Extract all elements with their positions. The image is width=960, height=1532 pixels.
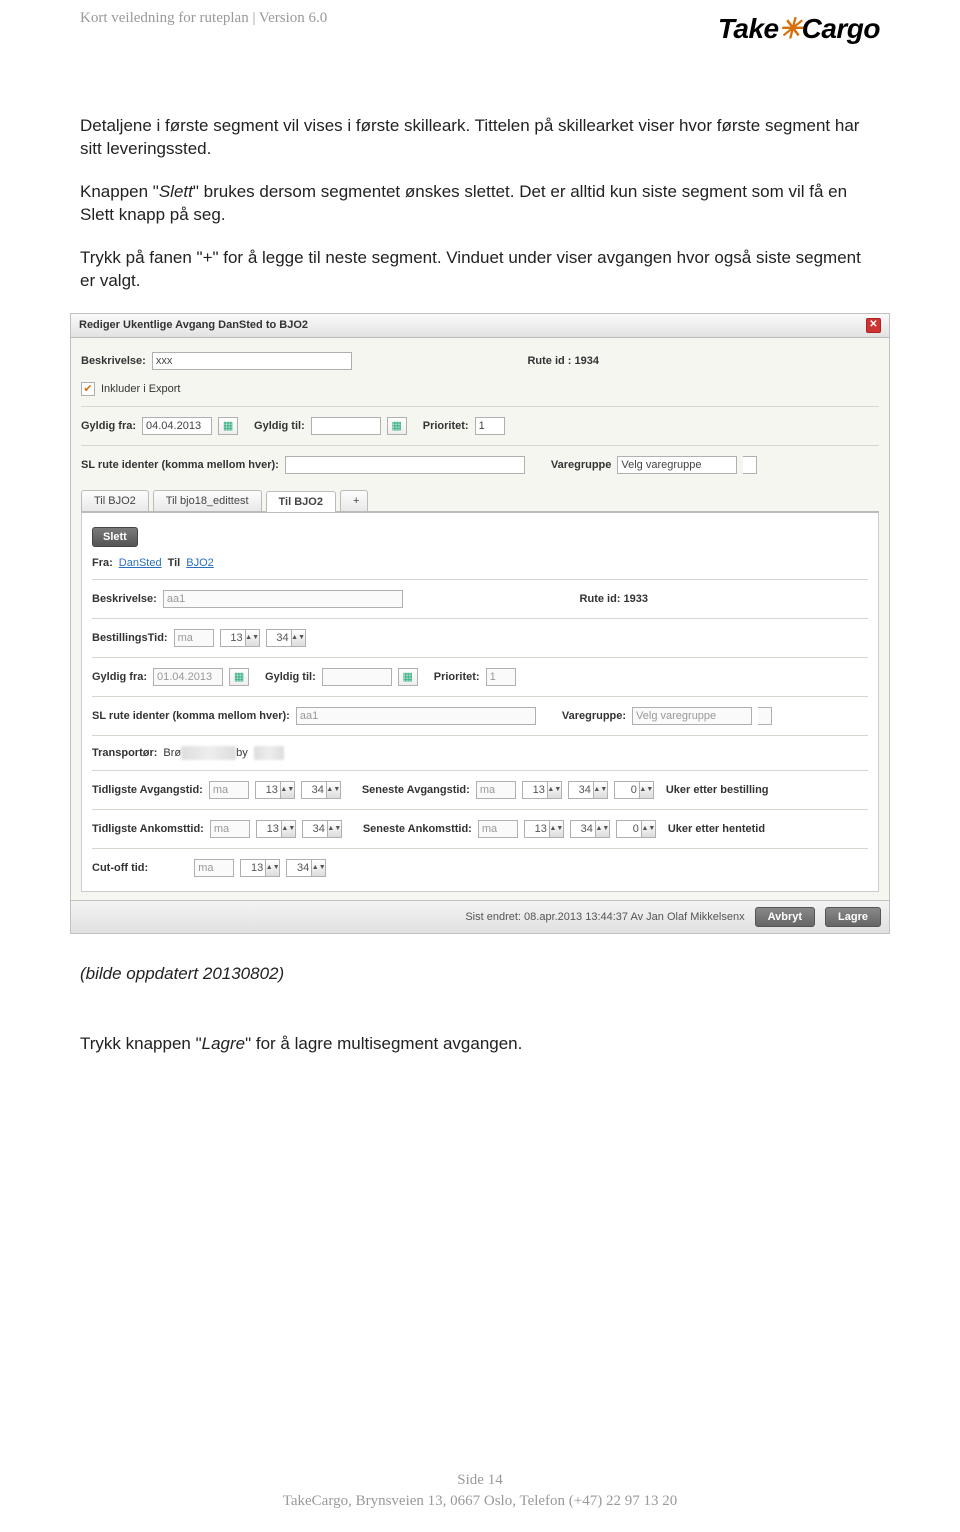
cutoff-m-spin[interactable]: ▲▼ <box>286 859 326 877</box>
savg-day[interactable] <box>476 781 516 799</box>
beskrivelse2-input[interactable] <box>163 590 403 608</box>
inkluder-checkbox[interactable]: ✔ <box>81 382 95 396</box>
ank-day[interactable] <box>210 820 250 838</box>
cutoff-label: Cut-off tid: <box>92 862 148 874</box>
bestilling-day[interactable] <box>174 629 214 647</box>
cutoff-day[interactable] <box>194 859 234 877</box>
varegruppe-select[interactable] <box>617 456 737 474</box>
savg-m-spin[interactable]: ▲▼ <box>568 781 608 799</box>
para-1: Detaljene i første segment vil vises i f… <box>80 115 880 161</box>
gyldig-fra-input[interactable] <box>142 417 212 435</box>
gyldig-fra2-label: Gyldig fra: <box>92 671 147 683</box>
cutoff-h-spin[interactable]: ▲▼ <box>240 859 280 877</box>
tab-1[interactable]: Til BJO2 <box>81 490 149 511</box>
beskrivelse2-label: Beskrivelse: <box>92 593 157 605</box>
page-number: Side 14 <box>0 1470 960 1491</box>
logo-take: Take <box>718 13 779 44</box>
window-title: Rediger Ukentlige Avgang DanSted to BJO2 <box>79 319 308 331</box>
til-link[interactable]: BJO2 <box>186 557 214 569</box>
seneste-avg-label: Seneste Avgangstid: <box>362 784 470 796</box>
avg-h-spin[interactable]: ▲▼ <box>255 781 295 799</box>
logo-cargo: Cargo <box>802 13 880 44</box>
prioritet2-label: Prioritet: <box>434 671 480 683</box>
prioritet2-input[interactable] <box>486 668 516 686</box>
ank-h-spin[interactable]: ▲▼ <box>256 820 296 838</box>
doc-title: Kort veiledning for ruteplan | Version 6… <box>80 10 327 27</box>
gyldig-fra-label: Gyldig fra: <box>81 420 136 432</box>
close-icon[interactable]: ✕ <box>866 318 881 333</box>
gyldig-til-label: Gyldig til: <box>254 420 305 432</box>
dropdown-icon[interactable] <box>743 456 757 474</box>
sank-day[interactable] <box>478 820 518 838</box>
uker-hentetid-label: Uker etter hentetid <box>668 823 765 835</box>
sl-rute-label: SL rute identer (komma mellom hver): <box>81 459 279 471</box>
calendar-icon[interactable]: ▦ <box>229 668 249 686</box>
inkluder-label: Inkluder i Export <box>101 383 180 395</box>
savg-weeks-spin[interactable]: ▲▼ <box>614 781 654 799</box>
calendar-icon[interactable]: ▦ <box>387 417 407 435</box>
tab-3-active[interactable]: Til BJO2 <box>266 491 336 512</box>
tab-plus[interactable]: + <box>340 490 368 511</box>
gyldig-til2-label: Gyldig til: <box>265 671 316 683</box>
dropdown-icon[interactable] <box>758 707 772 725</box>
image-caption: (bilde oppdatert 20130802) <box>80 964 880 984</box>
bestillingstid-label: BestillingsTid: <box>92 632 168 644</box>
calendar-icon[interactable]: ▦ <box>218 417 238 435</box>
avg-m-spin[interactable]: ▲▼ <box>301 781 341 799</box>
avg-day[interactable] <box>209 781 249 799</box>
app-window: Rediger Ukentlige Avgang DanSted to BJO2… <box>70 313 890 934</box>
sank-weeks-spin[interactable]: ▲▼ <box>616 820 656 838</box>
para-3: Trykk på fanen "+" for å legge til neste… <box>80 247 880 293</box>
below-app: (bilde oppdatert 20130802) Trykk knappen… <box>0 934 960 1054</box>
ruteid2: Rute id: 1933 <box>580 593 648 605</box>
uker-bestilling-label: Uker etter bestilling <box>666 784 769 796</box>
body-text: Detaljene i første segment vil vises i f… <box>0 115 960 293</box>
transporter-label: Transportør: <box>92 747 157 759</box>
transporter-value: Brøby <box>163 746 283 760</box>
prioritet-label: Prioritet: <box>423 420 469 432</box>
sl-rute2-label: SL rute identer (komma mellom hver): <box>92 710 290 722</box>
beskrivelse-label: Beskrivelse: <box>81 355 146 367</box>
savg-h-spin[interactable]: ▲▼ <box>522 781 562 799</box>
page-header: Kort veiledning for ruteplan | Version 6… <box>0 0 960 45</box>
ank-m-spin[interactable]: ▲▼ <box>302 820 342 838</box>
prioritet-input[interactable] <box>475 417 505 435</box>
tab-bar: Til BJO2 Til bjo18_edittest Til BJO2 + <box>81 490 879 513</box>
gyldig-fra2-input[interactable] <box>153 668 223 686</box>
avbryt-button[interactable]: Avbryt <box>755 907 815 927</box>
ruteid-top: Rute id : 1934 <box>527 355 599 367</box>
beskrivelse-input[interactable] <box>152 352 352 370</box>
titlebar: Rediger Ukentlige Avgang DanSted to BJO2… <box>71 314 889 338</box>
lagre-button[interactable]: Lagre <box>825 907 881 927</box>
til-label: Til <box>168 557 181 569</box>
bestilling-min-spin[interactable]: ▲▼ <box>266 629 306 647</box>
footer-address: TakeCargo, Brynsveien 13, 0667 Oslo, Tel… <box>0 1491 960 1512</box>
seneste-ank-label: Seneste Ankomsttid: <box>363 823 472 835</box>
sank-m-spin[interactable]: ▲▼ <box>570 820 610 838</box>
varegruppe2-select[interactable] <box>632 707 752 725</box>
slett-button[interactable]: Slett <box>92 527 138 547</box>
sank-h-spin[interactable]: ▲▼ <box>524 820 564 838</box>
varegruppe2-label: Varegruppe: <box>562 710 626 722</box>
gyldig-til-input[interactable] <box>311 417 381 435</box>
bestilling-hour-spin[interactable]: ▲▼ <box>220 629 260 647</box>
para-2: Knappen "Slett" brukes dersom segmentet … <box>80 181 880 227</box>
tidligste-ank-label: Tidligste Ankomsttid: <box>92 823 204 835</box>
calendar-icon[interactable]: ▦ <box>398 668 418 686</box>
gyldig-til2-input[interactable] <box>322 668 392 686</box>
sl-rute2-input[interactable] <box>296 707 536 725</box>
logo: Take✳Cargo <box>718 12 880 45</box>
page-footer: Side 14 TakeCargo, Brynsveien 13, 0667 O… <box>0 1470 960 1512</box>
tab-2[interactable]: Til bjo18_edittest <box>153 490 262 511</box>
varegruppe-label: Varegruppe <box>551 459 612 471</box>
fra-label: Fra: <box>92 557 113 569</box>
instruction-line: Trykk knappen "Lagre" for å lagre multis… <box>80 1034 880 1054</box>
sl-rute-input[interactable] <box>285 456 525 474</box>
fra-link[interactable]: DanSted <box>119 557 162 569</box>
sist-endret: Sist endret: 08.apr.2013 13:44:37 Av Jan… <box>465 911 744 923</box>
dialog-footer: Sist endret: 08.apr.2013 13:44:37 Av Jan… <box>71 900 889 933</box>
tidligste-avg-label: Tidligste Avgangstid: <box>92 784 203 796</box>
